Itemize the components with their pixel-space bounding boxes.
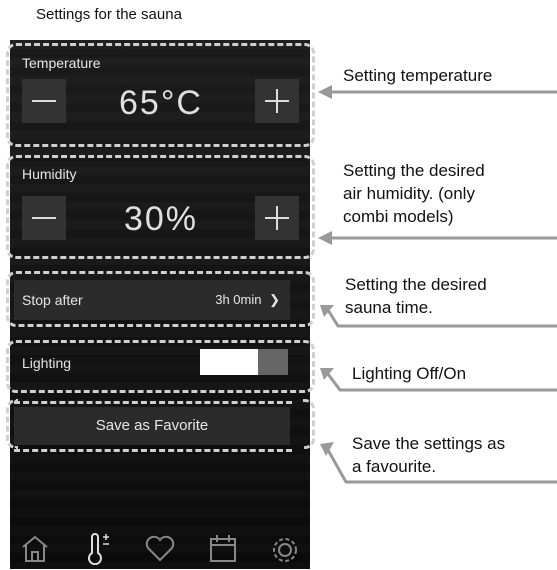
callout-arrows [318,85,557,484]
